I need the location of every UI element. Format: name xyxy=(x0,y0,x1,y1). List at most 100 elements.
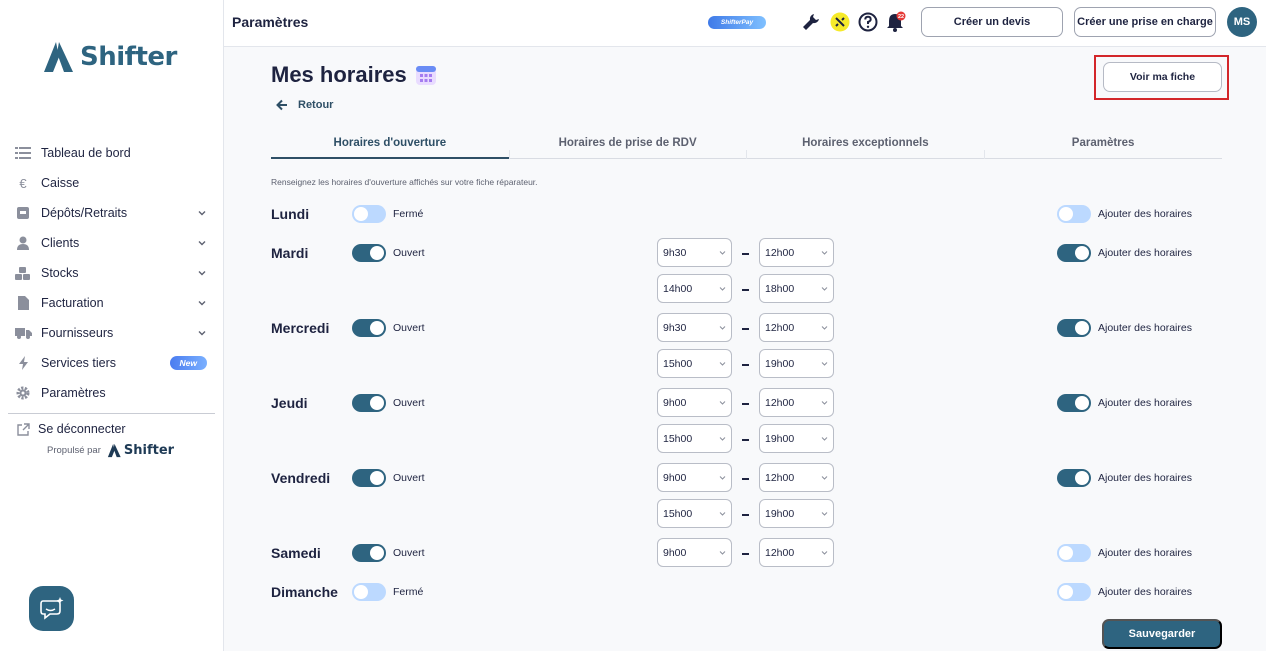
toggle-knob xyxy=(370,546,384,560)
boxes-icon xyxy=(14,266,32,280)
add-hours-toggle-dimanche[interactable] xyxy=(1057,583,1091,601)
chevron-down-icon xyxy=(821,437,828,441)
time-select[interactable]: 9h30 xyxy=(657,313,732,342)
chevron-down-icon xyxy=(198,271,206,276)
sidebar-item-label: Tableau de bord xyxy=(41,146,131,160)
time-select[interactable]: 19h00 xyxy=(759,499,834,528)
chevron-down-icon xyxy=(821,326,828,330)
save-button[interactable]: Sauvegarder xyxy=(1102,619,1222,649)
time-select[interactable]: 14h00 xyxy=(657,274,732,303)
sidebar-item-facturation[interactable]: Facturation xyxy=(8,288,215,318)
day-label-samedi: Samedi xyxy=(271,545,321,561)
chevron-down-icon xyxy=(821,512,828,516)
tab-exceptional-hours[interactable]: Horaires exceptionnels xyxy=(747,128,985,158)
tab-settings[interactable]: Paramètres xyxy=(984,128,1222,158)
add-hours-toggle-lundi[interactable] xyxy=(1057,205,1091,223)
sidebar-item-fournisseurs[interactable]: Fournisseurs xyxy=(8,318,215,348)
time-range-dash xyxy=(742,439,749,441)
create-intake-button[interactable]: Créer une prise en charge xyxy=(1074,7,1216,37)
sidebar-item-services-tiers[interactable]: Services tiers New xyxy=(8,348,215,378)
add-hours-toggle-jeudi[interactable] xyxy=(1057,394,1091,412)
status-vendredi: Ouvert xyxy=(393,472,425,484)
sidebar-item-clients[interactable]: Clients xyxy=(8,228,215,258)
sidebar-item-depots[interactable]: Dépôts/Retraits xyxy=(8,198,215,228)
time-select[interactable]: 19h00 xyxy=(759,349,834,378)
toggle-knob xyxy=(1075,321,1089,335)
shifter-logo[interactable]: Shifter xyxy=(42,40,177,74)
tab-divider xyxy=(984,150,985,159)
external-link-icon xyxy=(14,422,32,436)
open-toggle-samedi[interactable] xyxy=(352,544,386,562)
time-select[interactable]: 19h00 xyxy=(759,424,834,453)
help-icon[interactable] xyxy=(857,11,879,33)
back-link[interactable]: Retour xyxy=(276,99,333,111)
gear-icon xyxy=(14,386,32,400)
highlight-frame: Voir ma fiche xyxy=(1094,55,1229,100)
tab-appointment-hours[interactable]: Horaires de prise de RDV xyxy=(509,128,747,158)
open-toggle-lundi[interactable] xyxy=(352,205,386,223)
time-select[interactable]: 9h00 xyxy=(657,538,732,567)
sidebar-item-stocks[interactable]: Stocks xyxy=(8,258,215,288)
status-mercredi: Ouvert xyxy=(393,322,425,334)
time-select[interactable]: 9h00 xyxy=(657,463,732,492)
add-hours-toggle-samedi[interactable] xyxy=(1057,544,1091,562)
chevron-down-icon xyxy=(719,512,726,516)
day-label-lundi: Lundi xyxy=(271,206,310,222)
time-select[interactable]: 12h00 xyxy=(759,463,834,492)
time-select[interactable]: 9h00 xyxy=(657,388,732,417)
add-hours-toggle-mardi[interactable] xyxy=(1057,244,1091,262)
toggle-knob xyxy=(1075,396,1089,410)
time-select[interactable]: 15h00 xyxy=(657,424,732,453)
sidebar-item-label: Dépôts/Retraits xyxy=(41,206,128,220)
time-select[interactable]: 15h00 xyxy=(657,349,732,378)
time-select-value: 9h00 xyxy=(663,396,687,409)
view-profile-button[interactable]: Voir ma fiche xyxy=(1103,62,1222,92)
open-toggle-vendredi[interactable] xyxy=(352,469,386,487)
status-dimanche: Fermé xyxy=(393,586,424,598)
chevron-down-icon xyxy=(719,251,726,255)
time-select[interactable]: 12h00 xyxy=(759,238,834,267)
time-select-value: 12h00 xyxy=(765,471,795,484)
time-range-dash xyxy=(742,403,749,405)
shifterpay-badge[interactable]: ShifterPay xyxy=(708,16,766,29)
chevron-down-icon xyxy=(821,476,828,480)
chat-button[interactable] xyxy=(29,586,74,631)
list-icon xyxy=(14,146,32,160)
avatar[interactable]: MS xyxy=(1227,7,1257,37)
logo-text: Shifter xyxy=(80,42,177,72)
time-select[interactable]: 12h00 xyxy=(759,313,834,342)
back-label: Retour xyxy=(298,99,334,111)
toggle-knob xyxy=(1075,471,1089,485)
open-toggle-mardi[interactable] xyxy=(352,244,386,262)
create-quote-button[interactable]: Créer un devis xyxy=(921,7,1063,37)
sidebar-item-caisse[interactable]: € Caisse xyxy=(8,168,215,198)
time-select-value: 18h00 xyxy=(765,282,795,295)
tab-opening-hours[interactable]: Horaires d'ouverture xyxy=(271,128,509,159)
chat-icon xyxy=(39,596,63,620)
open-toggle-mercredi[interactable] xyxy=(352,319,386,337)
time-select[interactable]: 15h00 xyxy=(657,499,732,528)
topbar-title: Paramètres xyxy=(232,14,309,30)
add-hours-toggle-mercredi[interactable] xyxy=(1057,319,1091,337)
time-select-value: 15h00 xyxy=(663,432,693,445)
time-select[interactable]: 12h00 xyxy=(759,538,834,567)
time-select[interactable]: 12h00 xyxy=(759,388,834,417)
day-label-vendredi: Vendredi xyxy=(271,470,331,486)
time-select[interactable]: 18h00 xyxy=(759,274,834,303)
time-select[interactable]: 9h30 xyxy=(657,238,732,267)
repair-badge-icon[interactable] xyxy=(829,11,851,33)
wrench-icon[interactable] xyxy=(800,11,822,33)
sidebar-divider xyxy=(8,413,215,414)
sidebar-item-dashboard[interactable]: Tableau de bord xyxy=(8,138,215,168)
sidebar-item-parametres[interactable]: Paramètres xyxy=(8,378,215,408)
chevron-down-icon xyxy=(821,251,828,255)
bell-icon[interactable]: 22 xyxy=(885,11,907,33)
add-hours-toggle-vendredi[interactable] xyxy=(1057,469,1091,487)
toggle-knob xyxy=(1059,207,1073,221)
open-toggle-jeudi[interactable] xyxy=(352,394,386,412)
day-label-mardi: Mardi xyxy=(271,245,309,261)
time-select-value: 19h00 xyxy=(765,507,795,520)
open-toggle-dimanche[interactable] xyxy=(352,583,386,601)
logout-link[interactable]: Se déconnecter xyxy=(14,420,126,438)
bolt-icon xyxy=(14,356,32,370)
